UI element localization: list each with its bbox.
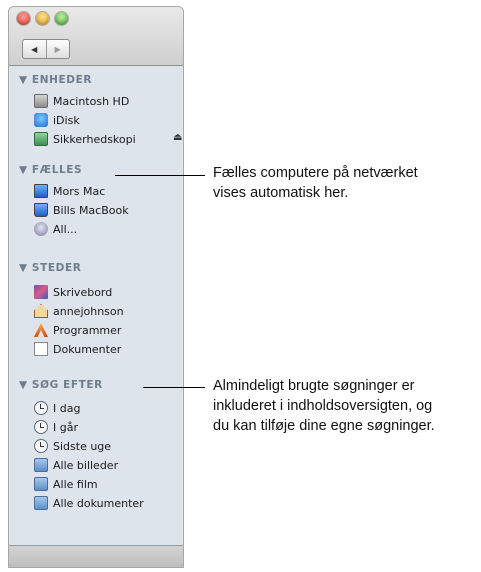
laptop-icon: [34, 203, 48, 217]
sidebar: ▼ ENHEDER Macintosh HD iDisk Sikkerhedsk…: [9, 66, 183, 546]
idisk-icon: [34, 113, 48, 127]
minimize-button[interactable]: [36, 12, 49, 25]
sidebar-item-home[interactable]: annejohnson: [34, 303, 124, 319]
callout-line-2: vises automatisk her.: [213, 185, 349, 201]
sidebar-item-macintosh-hd[interactable]: Macintosh HD: [34, 93, 129, 109]
sidebar-item-label: iDisk: [53, 113, 80, 127]
sidebar-item-label: Dokumenter: [53, 342, 122, 356]
eject-icon[interactable]: ⏏: [173, 132, 182, 143]
sidebar-item-label: Mors Mac: [53, 184, 106, 198]
callout-line-shared: [115, 175, 205, 176]
finder-window: ◀ ▶ ▼ ENHEDER Macintosh HD iDisk Sikkerh…: [8, 6, 184, 568]
callout-line-searches: [143, 387, 205, 388]
title-bar: ◀ ▶: [9, 7, 183, 66]
sidebar-item-label: Programmer: [53, 323, 122, 337]
sidebar-item-mors-mac[interactable]: Mors Mac: [34, 183, 105, 199]
sidebar-item-label: Bills MacBook: [53, 203, 129, 217]
sidebar-item-last-week[interactable]: Sidste uge: [34, 438, 111, 454]
sidebar-item-label: Sidste uge: [53, 439, 112, 453]
sidebar-item-label: Macintosh HD: [53, 94, 130, 108]
desktop-icon: [34, 285, 48, 299]
document-icon: [34, 342, 48, 356]
sidebar-item-all-movies[interactable]: Alle film: [34, 476, 98, 492]
sidebar-item-label: Alle billeder: [53, 458, 119, 472]
bottom-bar: [9, 545, 183, 567]
smart-folder-icon: [34, 496, 48, 510]
sidebar-item-all-documents[interactable]: Alle dokumenter: [34, 495, 144, 511]
sidebar-item-desktop[interactable]: Skrivebord: [34, 284, 112, 300]
callout-shared: Fælles computere på netværket vises auto…: [213, 163, 418, 203]
sidebar-item-yesterday[interactable]: I går: [34, 419, 78, 435]
sidebar-item-today[interactable]: I dag: [34, 400, 80, 416]
callout-searches: Almindeligt brugte søgninger er inkluder…: [213, 376, 435, 436]
section-header-search-for[interactable]: ▼ SØG EFTER: [19, 379, 103, 391]
network-globe-icon: [34, 222, 48, 236]
sidebar-item-applications[interactable]: Programmer: [34, 322, 121, 338]
sidebar-item-label: Skrivebord: [53, 285, 113, 299]
section-header-shared[interactable]: ▼ FÆLLES: [19, 164, 82, 176]
clock-icon: [34, 439, 48, 453]
back-button[interactable]: ◀: [23, 40, 46, 58]
callout-line-2: inkluderet i indholdsoversigten, og: [213, 398, 433, 414]
sidebar-item-label: Alle film: [53, 477, 98, 491]
applications-icon: [34, 323, 48, 337]
sidebar-item-label: annejohnson: [53, 304, 124, 318]
home-icon: [34, 304, 48, 318]
sidebar-item-label: All...: [53, 222, 78, 236]
back-forward-control: ◀ ▶: [22, 39, 70, 59]
sidebar-item-all[interactable]: All...: [34, 221, 77, 237]
sidebar-item-label: Alle dokumenter: [53, 496, 144, 510]
sidebar-item-label: Sikkerhedskopi: [53, 132, 136, 146]
zoom-button[interactable]: [55, 12, 68, 25]
sidebar-item-label: I dag: [53, 401, 81, 415]
smart-folder-icon: [34, 477, 48, 491]
smart-folder-icon: [34, 458, 48, 472]
sidebar-item-backup[interactable]: Sikkerhedskopi: [34, 131, 136, 147]
callout-line-3: du kan tilføje dine egne søgninger.: [213, 418, 435, 434]
section-header-devices[interactable]: ▼ ENHEDER: [19, 74, 92, 86]
sidebar-item-bills-macbook[interactable]: Bills MacBook: [34, 202, 129, 218]
callout-line-1: Fælles computere på netværket: [213, 165, 418, 181]
desktop-computer-icon: [34, 184, 48, 198]
hard-drive-icon: [34, 94, 48, 108]
sidebar-item-documents[interactable]: Dokumenter: [34, 341, 121, 357]
clock-icon: [34, 420, 48, 434]
section-header-places[interactable]: ▼ STEDER: [19, 262, 81, 274]
close-button[interactable]: [17, 12, 30, 25]
backup-drive-icon: [34, 132, 48, 146]
sidebar-item-idisk[interactable]: iDisk: [34, 112, 80, 128]
sidebar-item-all-images[interactable]: Alle billeder: [34, 457, 118, 473]
forward-button[interactable]: ▶: [45, 40, 70, 58]
sidebar-item-label: I går: [53, 420, 78, 434]
callout-line-1: Almindeligt brugte søgninger er: [213, 378, 415, 394]
clock-icon: [34, 401, 48, 415]
